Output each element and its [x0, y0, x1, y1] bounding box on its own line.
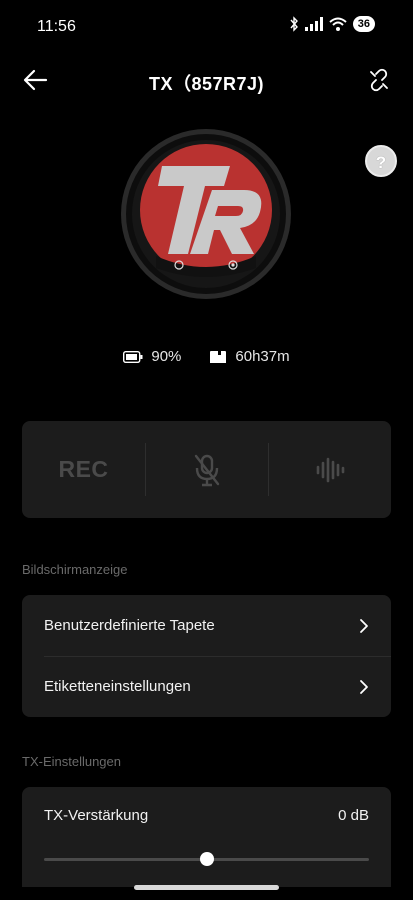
unlink-button[interactable] — [367, 68, 391, 92]
bluetooth-icon — [290, 16, 298, 32]
recording-controls: REC — [22, 421, 391, 518]
waveform-icon — [316, 457, 344, 482]
tx-gain-label: TX-Verstärkung — [44, 807, 149, 824]
signal-icon — [304, 17, 323, 31]
display-settings-card: Benutzerdefinierte Tapete Etiketteneinst… — [22, 595, 391, 717]
status-time: 11:56 — [37, 18, 76, 35]
chevron-right-icon — [360, 679, 368, 694]
rec-label: REC — [58, 456, 109, 482]
help-button[interactable]: ? — [365, 145, 397, 177]
wifi-icon — [329, 17, 347, 31]
storage-card-icon — [210, 350, 227, 363]
device-image — [120, 128, 292, 300]
device-stats: 90% 60h37m — [0, 348, 413, 365]
battery-icon: 36 — [352, 16, 375, 32]
display-section-title: Bildschirmanzeige — [22, 562, 128, 577]
page-title: TX（857R7J) — [148, 74, 265, 94]
noise-reduction-button[interactable] — [268, 421, 391, 518]
app-bar: TX（857R7J) — [0, 60, 413, 100]
custom-wallpaper-row[interactable]: Benutzerdefinierte Tapete — [22, 595, 391, 656]
battery-level-icon — [123, 350, 143, 363]
rec-button[interactable]: REC — [22, 421, 145, 518]
home-indicator[interactable] — [134, 885, 279, 890]
battery-value: 90% — [151, 348, 182, 365]
storage-stat: 60h37m — [209, 348, 290, 365]
help-label: ? — [375, 153, 387, 172]
mute-button[interactable] — [145, 421, 268, 518]
unlink-icon — [370, 68, 388, 92]
tx-gain-value: 0 dB — [338, 807, 369, 824]
label-settings-row[interactable]: Etiketteneinstellungen — [22, 656, 391, 717]
device-logo — [121, 129, 291, 299]
mic-muted-icon — [194, 454, 219, 486]
tx-gain-slider-thumb[interactable] — [199, 852, 214, 866]
custom-wallpaper-label: Benutzerdefinierte Tapete — [44, 617, 215, 634]
status-bar: 11:56 36 — [0, 0, 413, 54]
storage-value: 60h37m — [235, 348, 290, 365]
tx-gain-slider[interactable] — [44, 852, 369, 866]
battery-stat: 90% — [123, 348, 181, 365]
label-settings-label: Etiketteneinstellungen — [44, 678, 191, 695]
chevron-right-icon — [360, 618, 368, 633]
tx-gain-card: TX-Verstärkung 0 dB — [22, 787, 391, 887]
status-icons: 36 — [289, 16, 375, 32]
tx-section-title: TX-Einstellungen — [22, 754, 121, 769]
